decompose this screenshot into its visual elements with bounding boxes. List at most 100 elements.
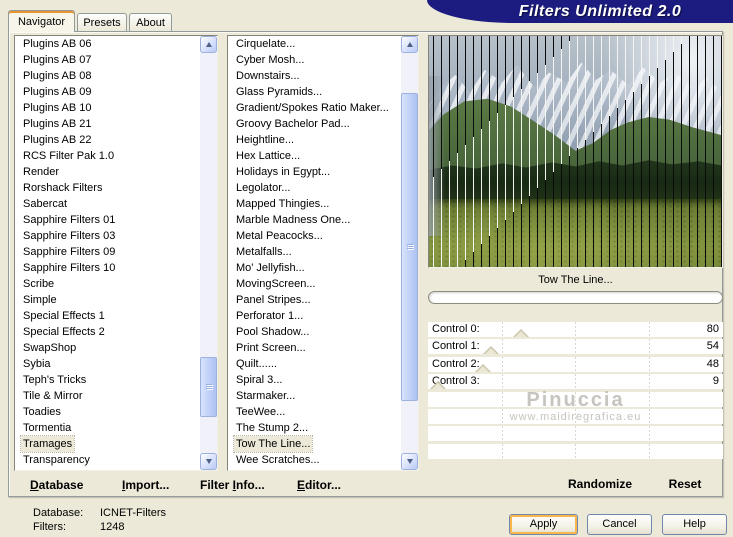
randomize-button[interactable]: Randomize (540, 477, 660, 491)
list-item[interactable]: RCS Filter Pak 1.0 (15, 148, 200, 164)
list-item[interactable]: Plugins AB 06 (15, 36, 200, 52)
list-item[interactable]: Tormentia (15, 420, 200, 436)
database-button[interactable]: Database (30, 478, 83, 492)
list-item[interactable]: MovingScreen... (228, 276, 401, 292)
list-item[interactable]: Groovy Bachelor Pad... (228, 116, 401, 132)
tab-navigator[interactable]: Navigator (8, 10, 75, 32)
filter-line (521, 36, 522, 267)
control-slider-row[interactable]: Control 2: 48 (428, 357, 723, 372)
list-item[interactable]: Spiral 3... (228, 372, 401, 388)
list-item[interactable]: Sapphire Filters 01 (15, 212, 200, 228)
list-item[interactable]: Heightline... (228, 132, 401, 148)
import-button[interactable]: Import... (122, 478, 169, 492)
help-button[interactable]: Help (662, 514, 727, 535)
list-item[interactable]: Sapphire Filters 10 (15, 260, 200, 276)
list-item[interactable]: Metal Peacocks... (228, 228, 401, 244)
preview-image (428, 35, 723, 268)
list-item-label: Panel Stripes... (236, 294, 311, 306)
list-item[interactable]: Simple (15, 292, 200, 308)
filter-info-button[interactable]: Filter Info... (200, 478, 265, 492)
list-item[interactable]: Quilt...... (228, 356, 401, 372)
tab-presets[interactable]: Presets (77, 13, 127, 31)
list-item[interactable]: TeeWee... (228, 404, 401, 420)
list-item[interactable]: Scribe (15, 276, 200, 292)
list-item[interactable]: Panel Stripes... (228, 292, 401, 308)
control-slider-row[interactable]: Control 1: 54 (428, 339, 723, 354)
list-item[interactable]: Plugins AB 08 (15, 68, 200, 84)
list-item[interactable]: Cirquelate... (228, 36, 401, 52)
filter-scrollbar[interactable] (401, 36, 418, 470)
list-item[interactable]: The Stump 2... (228, 420, 401, 436)
list-item[interactable]: Special Effects 1 (15, 308, 200, 324)
apply-button[interactable]: Apply (509, 514, 578, 535)
scrollbar-thumb[interactable] (200, 357, 217, 417)
scroll-down-button[interactable] (200, 453, 217, 470)
slider-handle-icon[interactable] (482, 346, 499, 354)
list-item[interactable]: Sybia (15, 356, 200, 372)
filter-line (721, 36, 722, 267)
scroll-up-button[interactable] (401, 36, 418, 53)
database-status-label: Database: (33, 507, 84, 519)
list-item[interactable]: Rorshack Filters (15, 180, 200, 196)
list-item[interactable]: Plugins AB 07 (15, 52, 200, 68)
list-item-label: SwapShop (23, 342, 77, 354)
control-value: 48 (706, 358, 719, 370)
window-title: Filters Unlimited 2.0 (518, 2, 682, 20)
list-item[interactable]: Teph's Tricks (15, 372, 200, 388)
slider-handle-icon[interactable] (475, 364, 492, 372)
slider-handle-icon[interactable] (512, 329, 529, 337)
list-item[interactable]: Tow The Line... (228, 435, 401, 453)
list-item-label: Metalfalls... (236, 246, 292, 258)
list-item[interactable]: SwapShop (15, 340, 200, 356)
list-item[interactable]: Cyber Mosh... (228, 52, 401, 68)
list-item-label: Plugins AB 09 (23, 86, 92, 98)
cancel-button[interactable]: Cancel (587, 514, 652, 535)
slider-handle-icon[interactable] (430, 381, 447, 389)
control-value: 54 (706, 340, 719, 352)
list-item[interactable]: Glass Pyramids... (228, 84, 401, 100)
list-item-label: Marble Madness One... (236, 214, 351, 226)
control-slider-row[interactable]: Control 0: 80 (428, 322, 723, 337)
list-item[interactable]: Toadies (15, 404, 200, 420)
list-item[interactable]: Render (15, 164, 200, 180)
reset-button[interactable]: Reset (650, 477, 720, 491)
list-item[interactable]: Marble Madness One... (228, 212, 401, 228)
filter-line (473, 36, 474, 267)
list-item-label: Perforator 1... (236, 310, 304, 322)
list-item[interactable]: Starmaker... (228, 388, 401, 404)
list-item[interactable]: Special Effects 2 (15, 324, 200, 340)
category-scrollbar[interactable] (200, 36, 217, 470)
list-item[interactable]: Tramages (15, 435, 200, 453)
editor-button[interactable]: Editor... (297, 478, 341, 492)
list-item[interactable]: Mo' Jellyfish... (228, 260, 401, 276)
list-item[interactable]: Sabercat (15, 196, 200, 212)
list-item[interactable]: Perforator 1... (228, 308, 401, 324)
list-item[interactable]: Gradient/Spokes Ratio Maker... (228, 100, 401, 116)
scrollbar-thumb[interactable] (401, 93, 418, 401)
list-item[interactable]: Pool Shadow... (228, 324, 401, 340)
list-item[interactable]: Plugins AB 21 (15, 116, 200, 132)
control-slider-row[interactable]: Control 3: 9 (428, 374, 723, 389)
list-item[interactable]: Tile & Mirror (15, 388, 200, 404)
list-item[interactable]: Legolator... (228, 180, 401, 196)
list-item[interactable]: Downstairs... (228, 68, 401, 84)
list-item[interactable]: Metalfalls... (228, 244, 401, 260)
filter-line (713, 36, 714, 267)
list-item[interactable]: Wee Scratches... (228, 452, 401, 468)
list-item[interactable]: Plugins AB 10 (15, 100, 200, 116)
filter-line (545, 36, 546, 267)
list-item[interactable]: Hex Lattice... (228, 148, 401, 164)
list-item[interactable]: Mapped Thingies... (228, 196, 401, 212)
list-item[interactable]: Sapphire Filters 09 (15, 244, 200, 260)
list-item[interactable]: Transparency (15, 452, 200, 468)
scroll-up-button[interactable] (200, 36, 217, 53)
list-item[interactable]: Print Screen... (228, 340, 401, 356)
list-item[interactable]: Plugins AB 22 (15, 132, 200, 148)
list-item[interactable]: Plugins AB 09 (15, 84, 200, 100)
list-item-label: Simple (23, 294, 57, 306)
list-item[interactable]: Holidays in Egypt... (228, 164, 401, 180)
list-item-label: Plugins AB 07 (23, 54, 92, 66)
list-item[interactable]: Sapphire Filters 03 (15, 228, 200, 244)
tab-about[interactable]: About (129, 13, 172, 31)
scroll-down-button[interactable] (401, 453, 418, 470)
